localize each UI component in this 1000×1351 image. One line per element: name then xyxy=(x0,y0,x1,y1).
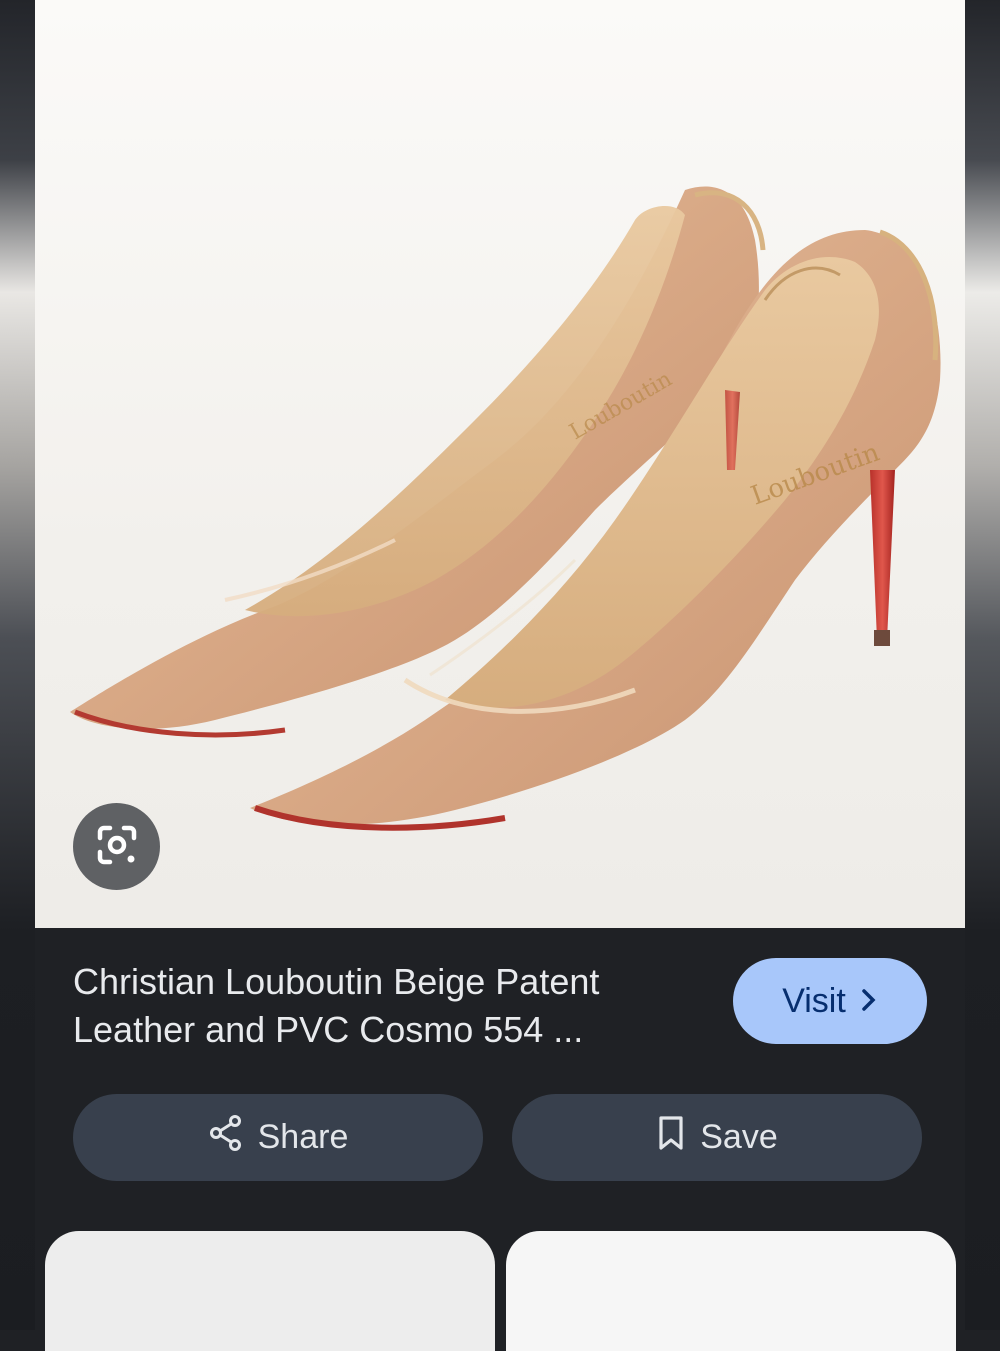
save-button[interactable]: Save xyxy=(512,1094,922,1181)
related-card-left[interactable] xyxy=(45,1231,495,1351)
lens-camera-icon xyxy=(94,822,140,872)
shoes-illustration: Louboutin Louboutin xyxy=(70,186,941,831)
share-label: Share xyxy=(257,1118,349,1156)
product-image[interactable]: Louboutin Louboutin xyxy=(35,0,965,928)
related-card-right[interactable] xyxy=(506,1231,956,1351)
chevron-right-icon xyxy=(860,982,878,1021)
lens-button[interactable] xyxy=(73,803,160,890)
visit-button[interactable]: Visit xyxy=(733,958,927,1044)
left-edge-blur xyxy=(0,0,35,1330)
right-edge-blur xyxy=(965,0,1000,1330)
visit-label: Visit xyxy=(782,981,846,1020)
bookmark-icon xyxy=(656,1115,686,1160)
share-icon xyxy=(208,1114,244,1161)
save-label: Save xyxy=(700,1118,778,1156)
result-title[interactable]: Christian Louboutin Beige Patent Leather… xyxy=(73,958,693,1054)
share-button[interactable]: Share xyxy=(73,1094,483,1181)
